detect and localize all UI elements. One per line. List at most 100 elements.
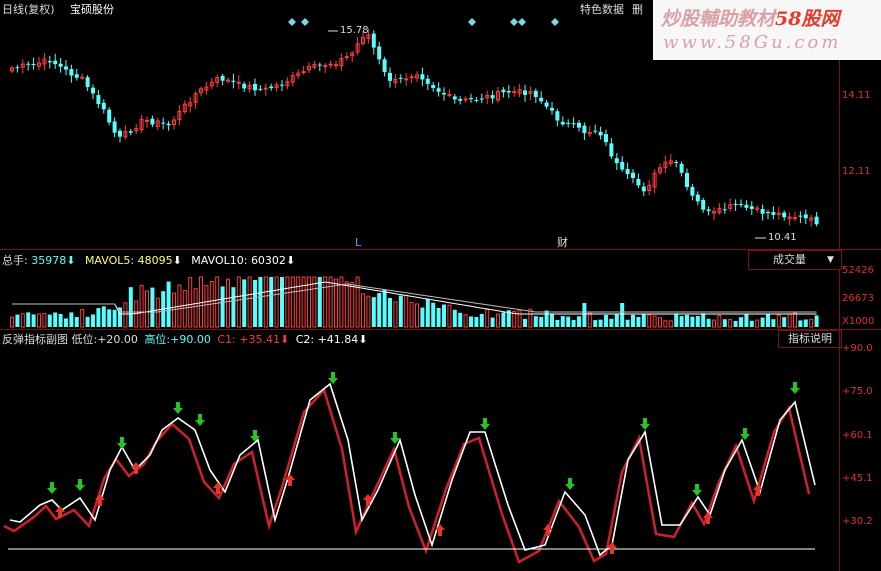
- volume-bar: [301, 276, 306, 328]
- volume-bar: [296, 276, 301, 328]
- candle-body: [571, 123, 576, 125]
- green-down-arrow: [195, 414, 205, 426]
- candle-body: [474, 99, 479, 101]
- indicator-axis-label: +75.0: [842, 386, 873, 397]
- candle-body: [280, 84, 284, 86]
- indicator-explain-button[interactable]: 指标说明: [778, 330, 842, 348]
- candle-body: [771, 212, 776, 215]
- volume-bar: [636, 316, 641, 327]
- volume-bar: [587, 312, 592, 328]
- green-down-arrow: [117, 437, 127, 449]
- diamond-marker: [468, 18, 476, 26]
- candle-body: [625, 168, 630, 175]
- high-price-label: 15.78: [340, 25, 369, 36]
- candle-body: [744, 204, 749, 208]
- candle-body: [749, 206, 754, 209]
- candle-body: [145, 119, 149, 122]
- volume-bar: [10, 316, 14, 328]
- volume-bar: [674, 313, 679, 327]
- volume-bar: [155, 297, 160, 328]
- volume-bar: [755, 319, 760, 328]
- volume-bar: [452, 309, 457, 327]
- volume-axis-label: 26673: [842, 293, 874, 304]
- green-down-arrow: [565, 478, 575, 490]
- volume-bar: [717, 315, 722, 328]
- volume-bar: [128, 287, 133, 327]
- high-level-value: +90.00: [170, 333, 211, 346]
- candle-body: [388, 72, 392, 81]
- volume-bar: [107, 309, 112, 327]
- volume-bar: [101, 306, 106, 327]
- volume-bar: [285, 276, 290, 328]
- chart-canvas[interactable]: [0, 0, 881, 571]
- volume-bar: [312, 276, 317, 328]
- volume-bar: [420, 307, 425, 327]
- volume-bar: [690, 316, 695, 327]
- volume-bar: [269, 277, 274, 327]
- volume-bar: [74, 316, 79, 327]
- candle-body: [161, 122, 166, 124]
- candle-body: [377, 46, 382, 60]
- indicator-axis-label: +90.0: [842, 343, 873, 354]
- diamond-marker: [288, 18, 296, 26]
- volume-indicator-dropdown[interactable]: 成交量 ▼: [748, 250, 842, 270]
- candle-body: [118, 130, 122, 137]
- l-marker[interactable]: L: [355, 236, 361, 249]
- volume-bar: [317, 277, 322, 327]
- volume-bar: [706, 318, 711, 327]
- volume-bar: [42, 313, 47, 328]
- volume-bar: [739, 317, 743, 327]
- c2-label: C2:: [295, 333, 315, 346]
- down-arrow-icon: ⬇: [279, 333, 290, 346]
- candle-body: [371, 33, 376, 48]
- volume-bar: [625, 319, 630, 327]
- volume-axis-label: 52426: [842, 265, 874, 276]
- candle-body: [566, 122, 571, 124]
- candle-body: [739, 204, 743, 206]
- volume-bar: [533, 316, 538, 327]
- down-arrow-icon: ⬇: [172, 254, 182, 267]
- candle-body: [26, 63, 31, 65]
- volume-bar: [112, 309, 117, 327]
- volume-bar: [361, 293, 365, 328]
- candle-body: [490, 95, 495, 99]
- candle-body: [301, 71, 306, 74]
- volume-bar: [425, 298, 430, 327]
- low-level-value: +20.00: [97, 333, 138, 346]
- volume-bar: [91, 314, 95, 327]
- volume-bar: [139, 284, 144, 328]
- volume-bar: [663, 320, 668, 328]
- volume-bar: [695, 316, 700, 327]
- price-axis-label: 14.11: [842, 90, 871, 101]
- volume-bar: [280, 277, 284, 327]
- volume-bar: [631, 314, 635, 327]
- candle-body: [107, 109, 112, 123]
- candle-body: [166, 123, 171, 126]
- volume-bar: [20, 313, 25, 328]
- volume-bar: [58, 313, 63, 327]
- candle-body: [523, 90, 527, 95]
- green-down-arrow: [640, 418, 650, 430]
- candlestick-series: [10, 28, 819, 227]
- finance-marker[interactable]: 财: [557, 236, 568, 249]
- candle-body: [539, 97, 544, 102]
- volume-bar: [469, 316, 473, 327]
- volume-bar: [26, 312, 31, 327]
- diamond-marker: [551, 18, 559, 26]
- volume-bar: [614, 313, 619, 327]
- green-down-arrow: [173, 402, 183, 414]
- candle-body: [317, 64, 322, 66]
- volume-bar: [803, 319, 808, 327]
- candle-body: [91, 87, 95, 94]
- green-down-arrow: [47, 482, 57, 494]
- volume-bar: [350, 282, 355, 328]
- candle-body: [150, 118, 155, 125]
- volume-bar: [15, 314, 20, 327]
- green-down-arrow: [328, 372, 338, 384]
- price-axis-label: 12.11: [842, 166, 871, 177]
- candle-body: [555, 111, 560, 121]
- volume-bar: [37, 313, 41, 328]
- candle-body: [96, 95, 101, 105]
- down-arrow-icon: ⬇: [358, 333, 368, 346]
- volume-bar: [64, 318, 68, 327]
